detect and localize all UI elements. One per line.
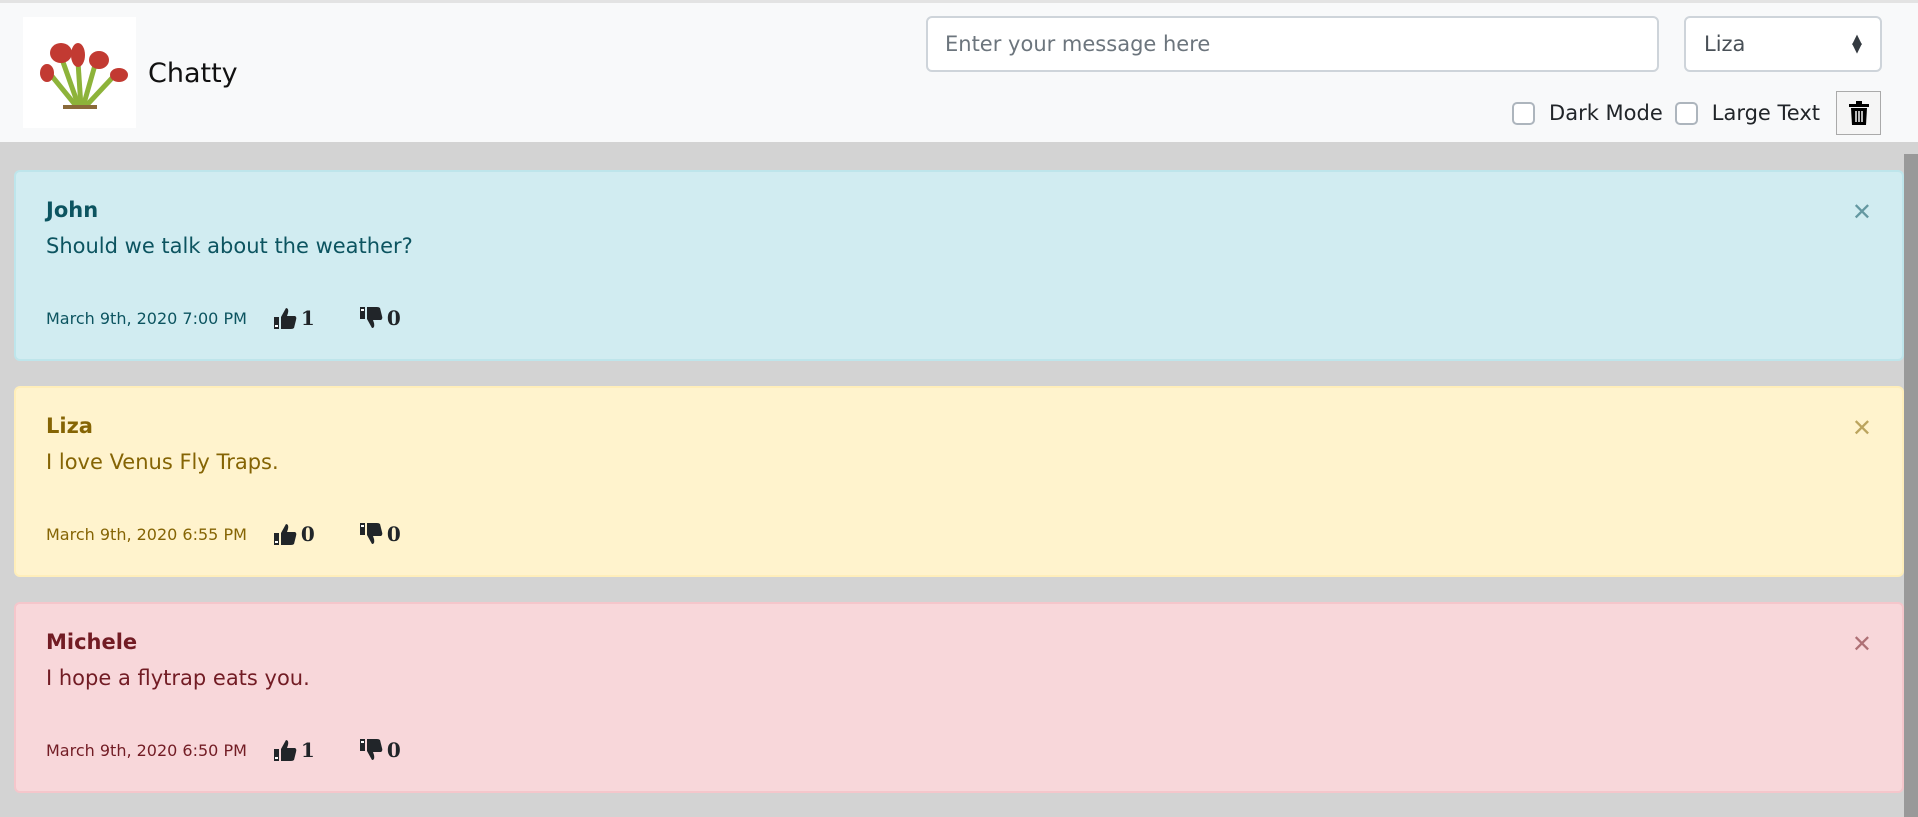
message-footer: March 9th, 2020 7:00 PM 1 0 bbox=[46, 306, 401, 330]
message-footer: March 9th, 2020 6:55 PM 0 0 bbox=[46, 522, 401, 546]
large-text-label[interactable]: Large Text bbox=[1712, 101, 1820, 125]
message-author: Michele bbox=[46, 630, 138, 654]
message-timestamp: March 9th, 2020 7:00 PM bbox=[46, 308, 247, 328]
thumbs-up-icon bbox=[273, 524, 297, 545]
thumbs-down-icon bbox=[359, 739, 383, 760]
dislike-count: 0 bbox=[386, 306, 401, 330]
thumbs-down-icon bbox=[359, 307, 383, 328]
dislike-button[interactable]: 0 bbox=[359, 522, 401, 546]
message-timestamp: March 9th, 2020 6:50 PM bbox=[46, 740, 247, 760]
dislike-count: 0 bbox=[386, 738, 401, 762]
message-card: John Should we talk about the weather? M… bbox=[14, 170, 1904, 361]
thumbs-up-icon bbox=[273, 740, 297, 761]
dark-mode-label[interactable]: Dark Mode bbox=[1549, 101, 1663, 125]
trash-icon bbox=[1848, 101, 1869, 125]
like-button[interactable]: 0 bbox=[273, 522, 315, 546]
select-arrows-icon: ▲ ▼ bbox=[1852, 32, 1862, 56]
venus-flytrap-logo bbox=[23, 17, 136, 128]
user-select-value: Liza bbox=[1704, 32, 1746, 56]
like-count: 0 bbox=[300, 522, 315, 546]
message-author: John bbox=[46, 198, 99, 222]
dark-mode-checkbox[interactable] bbox=[1512, 101, 1536, 125]
delete-message-close-icon[interactable]: ✕ bbox=[1852, 414, 1872, 442]
message-text: I hope a flytrap eats you. bbox=[46, 666, 310, 690]
like-button[interactable]: 1 bbox=[273, 306, 315, 330]
user-select[interactable]: Liza ▲ ▼ bbox=[1684, 16, 1882, 72]
message-card: Liza I love Venus Fly Traps. March 9th, … bbox=[14, 386, 1904, 577]
navbar: Chatty Liza ▲▼ Dark Mode Large Text bbox=[0, 3, 1918, 142]
message-text: I love Venus Fly Traps. bbox=[46, 450, 279, 474]
message-card: Michele I hope a flytrap eats you. March… bbox=[14, 602, 1904, 793]
delete-message-close-icon[interactable]: ✕ bbox=[1852, 630, 1872, 658]
brand-title: Chatty bbox=[148, 58, 238, 89]
dislike-count: 0 bbox=[386, 522, 401, 546]
large-text-checkbox[interactable] bbox=[1674, 101, 1698, 125]
clear-messages-button[interactable] bbox=[1836, 91, 1881, 135]
message-footer: March 9th, 2020 6:50 PM 1 0 bbox=[46, 738, 401, 762]
message-input[interactable] bbox=[926, 16, 1659, 72]
thumbs-down-icon bbox=[359, 523, 383, 544]
dislike-button[interactable]: 0 bbox=[359, 306, 401, 330]
options-row: Dark Mode Large Text bbox=[1512, 91, 1881, 135]
thumbs-up-icon bbox=[273, 308, 297, 329]
message-author: Liza bbox=[46, 414, 93, 438]
delete-message-close-icon[interactable]: ✕ bbox=[1852, 198, 1872, 226]
like-button[interactable]: 1 bbox=[273, 738, 315, 762]
dislike-button[interactable]: 0 bbox=[359, 738, 401, 762]
like-count: 1 bbox=[300, 738, 315, 762]
message-text: Should we talk about the weather? bbox=[46, 234, 413, 258]
like-count: 1 bbox=[300, 306, 315, 330]
message-timestamp: March 9th, 2020 6:55 PM bbox=[46, 524, 247, 544]
scrollbar[interactable] bbox=[1904, 154, 1918, 817]
